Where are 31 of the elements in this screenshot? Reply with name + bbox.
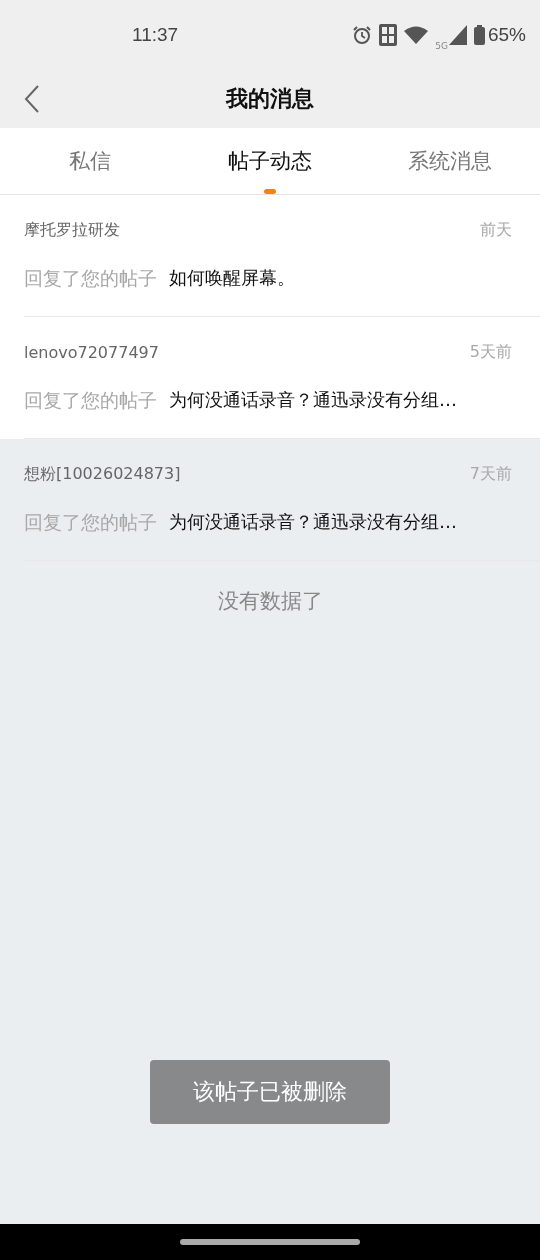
message-time: 7天前 bbox=[469, 464, 512, 486]
message-row[interactable]: 摩托罗拉研发 前天 回复了您的帖子 如何唤醒屏幕。 bbox=[0, 195, 540, 317]
status-time: 11:37 bbox=[132, 24, 179, 46]
alarm-icon bbox=[352, 25, 373, 45]
post-title: 如何唤醒屏幕。 bbox=[169, 266, 295, 291]
battery-level: 65% bbox=[487, 24, 526, 46]
signal-icon bbox=[448, 25, 467, 45]
action-text: 回复了您的帖子 bbox=[24, 266, 157, 292]
user-name: 摩托罗拉研发 bbox=[24, 220, 120, 242]
battery-icon bbox=[473, 25, 485, 45]
post-title: 为何没通话录音？通迅录没有分组… bbox=[169, 388, 457, 413]
end-note: 没有数据了 bbox=[217, 588, 323, 615]
user-name: lenovo72077497 bbox=[24, 343, 159, 363]
sim-icon bbox=[379, 24, 398, 46]
tab[interactable]: 帖子动态 bbox=[180, 128, 360, 194]
home-handle[interactable] bbox=[180, 1239, 360, 1245]
tab[interactable]: 私信 bbox=[0, 128, 180, 194]
user-name: 想粉[10026024873] bbox=[24, 464, 181, 486]
post-title: 为何没通话录音？通迅录没有分组… bbox=[169, 510, 457, 535]
action-text: 回复了您的帖子 bbox=[24, 510, 157, 536]
message-row[interactable]: 想粉[10026024873] 7天前 回复了您的帖子 为何没通话录音？通迅录没有分组… bbox=[0, 439, 540, 561]
action-text: 回复了您的帖子 bbox=[24, 388, 157, 414]
wifi-icon bbox=[404, 26, 429, 44]
page-title: 我的消息 bbox=[226, 85, 314, 113]
network-label: 5G bbox=[435, 41, 448, 51]
toast: 该帖子已被删除 bbox=[150, 1060, 390, 1124]
tab[interactable]: 系统消息 bbox=[360, 128, 540, 194]
message-time: 前天 bbox=[480, 220, 512, 242]
message-time: 5天前 bbox=[469, 342, 512, 364]
message-row[interactable]: lenovo72077497 5天前 回复了您的帖子 为何没通话录音？通迅录没有分组… bbox=[0, 317, 540, 439]
back-icon[interactable] bbox=[24, 85, 40, 113]
